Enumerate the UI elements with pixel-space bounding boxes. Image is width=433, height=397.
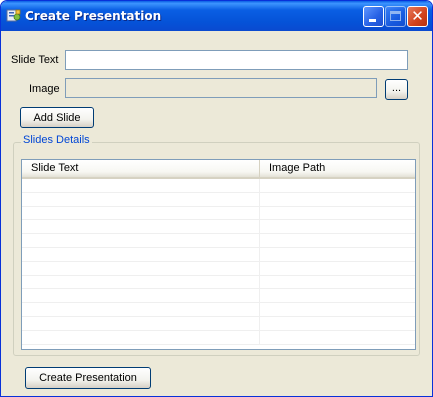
table-row: [22, 330, 415, 345]
minimize-icon: [369, 19, 376, 22]
table-cell: [260, 262, 415, 275]
column-header-slide-text[interactable]: Slide Text: [22, 160, 260, 177]
table-cell: [260, 331, 415, 344]
create-presentation-window: Create Presentation ✕ Slide Text Image .…: [0, 0, 433, 397]
close-icon: ✕: [411, 7, 424, 25]
table-cell: [22, 220, 260, 234]
table-cell: [260, 193, 415, 206]
browse-image-button[interactable]: ...: [385, 79, 408, 100]
slide-text-input[interactable]: [65, 50, 408, 70]
table-cell: [22, 316, 260, 330]
table-row: [22, 192, 415, 207]
table-cell: [260, 179, 415, 192]
table-cell: [22, 303, 260, 316]
table-cell: [22, 179, 260, 192]
table-row: [22, 247, 415, 262]
table-cell: [22, 206, 260, 220]
table-cell: [260, 303, 415, 316]
table-row: [22, 206, 415, 221]
table-cell: [22, 330, 260, 344]
table-cell: [260, 289, 415, 302]
table-cell: [22, 234, 260, 247]
table-row: [22, 303, 415, 317]
table-cell: [260, 234, 415, 247]
image-label: Image: [29, 83, 60, 95]
table-row: [22, 275, 415, 290]
table-cell: [260, 248, 415, 261]
table-cell: [260, 276, 415, 289]
table-row: [22, 179, 415, 193]
column-header-image-path[interactable]: Image Path: [260, 160, 415, 177]
table-row: [22, 289, 415, 304]
slide-text-label: Slide Text: [11, 54, 59, 66]
maximize-button: [385, 6, 406, 27]
table-row: [22, 316, 415, 331]
app-icon: [6, 9, 21, 22]
table-cell: [260, 207, 415, 220]
table-cell: [22, 247, 260, 261]
image-path-field[interactable]: [65, 78, 377, 98]
table-row: [22, 220, 415, 235]
create-presentation-button[interactable]: Create Presentation: [25, 367, 151, 389]
add-slide-button[interactable]: Add Slide: [20, 107, 94, 128]
slides-list-rows: [22, 179, 415, 345]
minimize-button[interactable]: [363, 6, 384, 27]
close-button[interactable]: ✕: [407, 6, 428, 27]
slides-list-header: Slide Text Image Path: [22, 160, 415, 179]
slides-list-view[interactable]: Slide Text Image Path: [21, 159, 416, 350]
table-cell: [22, 261, 260, 275]
table-cell: [260, 220, 415, 233]
table-cell: [260, 317, 415, 330]
table-cell: [22, 289, 260, 303]
slides-details-legend: Slides Details: [21, 134, 92, 146]
table-cell: [22, 275, 260, 289]
table-row: [22, 234, 415, 248]
table-cell: [22, 192, 260, 206]
maximize-icon: [390, 11, 401, 21]
table-row: [22, 261, 415, 276]
window-title: Create Presentation: [25, 9, 162, 23]
title-bar[interactable]: Create Presentation ✕: [1, 1, 432, 31]
